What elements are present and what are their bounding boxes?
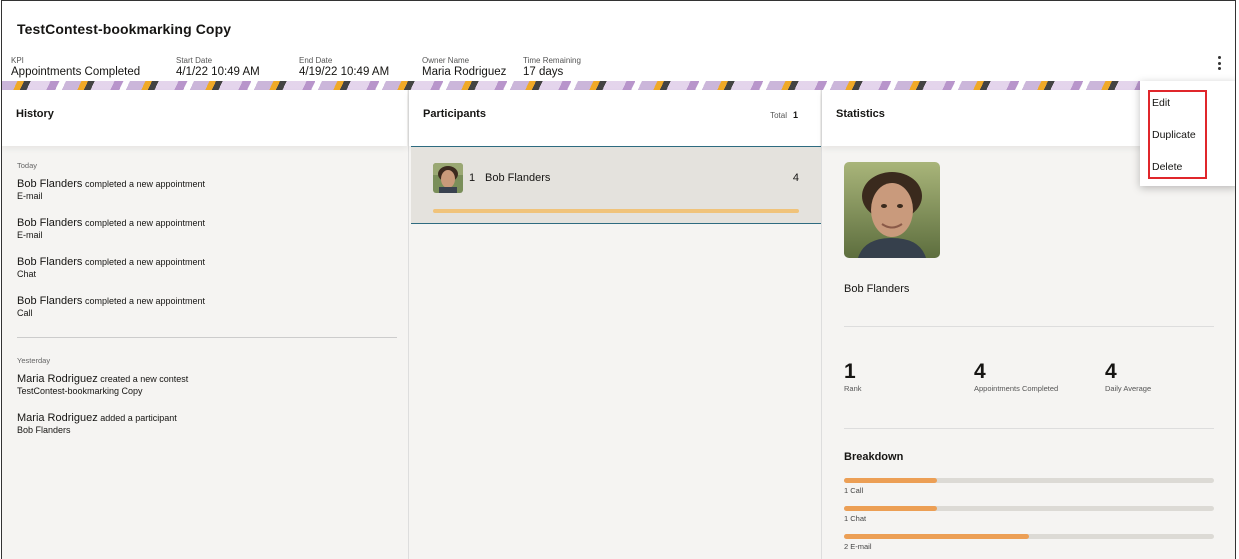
breakdown-label: 2 E-mail <box>844 542 872 551</box>
history-action: completed a new appointment <box>84 257 206 267</box>
history-actor[interactable]: Maria Rodriguez <box>17 373 98 385</box>
meta-value: 17 days <box>523 66 564 78</box>
history-group-today: Today <box>17 161 38 170</box>
meta-label: End Date <box>299 56 333 65</box>
stat-value: 4 <box>1105 360 1117 383</box>
meta-value: 4/19/22 10:49 AM <box>299 66 390 78</box>
meta-value: Appointments Completed <box>11 66 141 78</box>
meta-kpi: KPI Appointments Completed <box>11 56 140 79</box>
stat-label: Rank <box>844 384 862 393</box>
menu-item-delete[interactable]: Delete <box>1152 161 1182 173</box>
history-action: created a new contest <box>100 374 189 384</box>
decorative-banner <box>2 81 1235 90</box>
stat-label: Daily Average <box>1105 384 1152 393</box>
total-label: Total <box>770 111 787 120</box>
menu-item-edit[interactable]: Edit <box>1152 97 1170 109</box>
history-action: completed a new appointment <box>84 179 206 189</box>
page-title: TestContest-bookmarking Copy <box>17 21 232 37</box>
meta-label: Start Date <box>176 56 213 65</box>
participant-photo <box>844 162 940 258</box>
participant-score: 4 <box>792 172 799 184</box>
history-actor[interactable]: Bob Flanders <box>17 295 82 307</box>
history-item: Bob Flanders completed a new appointment… <box>17 217 205 241</box>
history-actor[interactable]: Bob Flanders <box>17 256 82 268</box>
breakdown-row-chat: 1 Chat <box>844 506 1214 523</box>
history-detail: TestContest-bookmarking Copy <box>17 386 143 396</box>
participants-title: Participants <box>423 108 486 120</box>
avatar <box>433 163 463 193</box>
participants-header: Participants Total 1 <box>409 90 820 146</box>
breakdown-label: 1 Call <box>844 486 864 495</box>
breakdown-track <box>844 534 1214 539</box>
meta-value: Maria Rodriguez <box>422 66 507 78</box>
history-detail: E-mail <box>17 230 43 240</box>
history-action: completed a new appointment <box>84 296 206 306</box>
meta-time-remaining: Time Remaining 17 days <box>523 56 581 79</box>
breakdown-track <box>844 478 1214 483</box>
breakdown-row-call: 1 Call <box>844 478 1214 495</box>
history-title: History <box>16 108 54 120</box>
history-divider <box>17 337 397 338</box>
participant-row[interactable]: 1 Bob Flanders 4 <box>411 146 821 224</box>
meta-label: Owner Name <box>422 56 470 65</box>
history-detail: Bob Flanders <box>17 425 71 435</box>
history-detail: E-mail <box>17 191 43 201</box>
breakdown-fill <box>844 478 937 483</box>
meta-label: KPI <box>11 56 24 65</box>
meta-value: 4/1/22 10:49 AM <box>176 66 260 78</box>
menu-item-duplicate[interactable]: Duplicate <box>1152 129 1196 141</box>
history-item: Bob Flanders completed a new appointment… <box>17 256 205 280</box>
meta-owner-name: Owner Name Maria Rodriguez <box>422 56 506 79</box>
stat-value: 1 <box>844 360 856 383</box>
breakdown-label: 1 Chat <box>844 514 867 523</box>
history-detail: Chat <box>17 269 37 279</box>
breakdown-title: Breakdown <box>844 451 904 463</box>
participant-progress-bar <box>433 209 799 213</box>
statistics-title: Statistics <box>836 108 885 120</box>
total-count: 1 <box>792 110 798 120</box>
history-actor[interactable]: Bob Flanders <box>17 217 82 229</box>
history-item: Maria Rodriguez added a participant Bob … <box>17 412 177 436</box>
history-actor[interactable]: Bob Flanders <box>17 178 82 190</box>
history-action: added a participant <box>100 413 177 423</box>
participant-name: Bob Flanders <box>485 172 551 184</box>
statistics-divider <box>844 428 1214 429</box>
meta-end-date: End Date 4/19/22 10:49 AM <box>299 56 389 79</box>
stat-appointments-completed: 4 Appointments Completed <box>974 360 1058 393</box>
breakdown-track <box>844 506 1214 511</box>
stat-label: Appointments Completed <box>974 384 1059 393</box>
history-panel: History Today Bob Flanders completed a n… <box>2 90 407 559</box>
statistics-participant-name: Bob Flanders <box>844 283 910 295</box>
history-detail: Call <box>17 308 33 318</box>
stat-daily-average: 4 Daily Average <box>1105 360 1151 393</box>
meta-start-date: Start Date 4/1/22 10:49 AM <box>176 56 260 79</box>
participant-rank: 1 <box>469 172 476 184</box>
statistics-divider <box>844 326 1214 327</box>
participants-panel: Participants Total 1 1 Bob Flanders 4 <box>408 90 821 559</box>
actions-menu: Edit Duplicate Delete <box>1140 81 1235 186</box>
history-item: Maria Rodriguez created a new contest Te… <box>17 373 188 397</box>
history-item: Bob Flanders completed a new appointment… <box>17 295 205 319</box>
history-group-yesterday: Yesterday <box>17 356 51 365</box>
breakdown-fill <box>844 534 1029 539</box>
meta-label: Time Remaining <box>523 56 581 65</box>
stat-rank: 1 Rank <box>844 360 862 393</box>
contest-window: TestContest-bookmarking Copy KPI Appoint… <box>1 0 1236 559</box>
history-action: completed a new appointment <box>84 218 206 228</box>
breakdown-row-email: 2 E-mail <box>844 534 1214 551</box>
participants-total: Total 1 <box>770 110 798 120</box>
history-item: Bob Flanders completed a new appointment… <box>17 178 205 202</box>
contest-header: TestContest-bookmarking Copy KPI Appoint… <box>2 1 1235 81</box>
stat-value: 4 <box>974 360 986 383</box>
history-actor[interactable]: Maria Rodriguez <box>17 412 98 424</box>
history-header: History <box>2 90 407 146</box>
breakdown-fill <box>844 506 937 511</box>
more-actions-icon[interactable] <box>1212 53 1226 73</box>
